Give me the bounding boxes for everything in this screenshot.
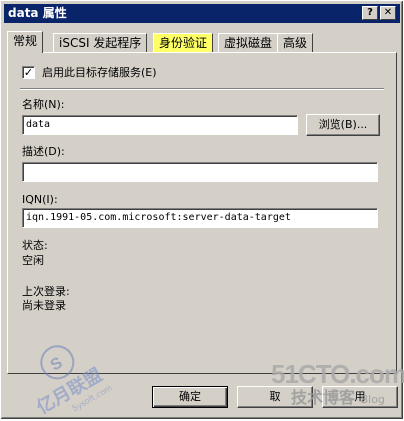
tab-general[interactable]: 常规 <box>7 31 44 53</box>
close-icon[interactable]: ✕ <box>380 6 396 20</box>
browse-button[interactable]: 浏览(B)... <box>306 114 380 136</box>
description-field[interactable] <box>22 162 378 182</box>
description-label: 描述(D): <box>22 145 65 158</box>
watermark-left-sub: 5ysoft.com <box>71 383 114 413</box>
ok-button[interactable]: 确定 <box>152 386 228 408</box>
name-label: 名称(N): <box>22 98 65 111</box>
general-panel: ✓ 启用此目标存储服务(E) 名称(N): data 浏览(B)... 描述(D… <box>7 52 397 374</box>
tab-virtual-disks[interactable]: 虚拟磁盘 <box>218 33 279 52</box>
separator <box>20 88 384 90</box>
last-login-value: 尚未登录 <box>22 299 66 312</box>
status-label: 状态: <box>22 239 48 252</box>
tab-advanced[interactable]: 高级 <box>277 33 314 52</box>
cancel-button[interactable]: 取 <box>237 386 313 408</box>
tab-authentication[interactable]: 身份验证 <box>153 33 214 52</box>
status-value: 空闲 <box>22 254 44 267</box>
properties-dialog: data 属性 ? ✕ 常规 iSCSI 发起程序 身份验证 虚拟磁盘 高级 ✓… <box>0 0 404 420</box>
apply-button[interactable]: 用 <box>322 386 398 408</box>
enable-service-label: 启用此目标存储服务(E) <box>42 66 157 79</box>
enable-service-checkbox[interactable]: ✓ <box>22 66 35 79</box>
title-bar: data 属性 ? ✕ <box>4 4 400 23</box>
iqn-label: IQN(I): <box>22 193 58 206</box>
window-title: data 属性 <box>8 6 67 20</box>
tab-iscsi-initiators[interactable]: iSCSI 发起程序 <box>53 33 148 52</box>
help-icon[interactable]: ? <box>362 6 378 20</box>
last-login-label: 上次登录: <box>22 285 70 298</box>
iqn-field[interactable]: iqn.1991-05.com.microsoft:server-data-ta… <box>22 208 378 228</box>
name-field[interactable]: data <box>22 115 298 135</box>
